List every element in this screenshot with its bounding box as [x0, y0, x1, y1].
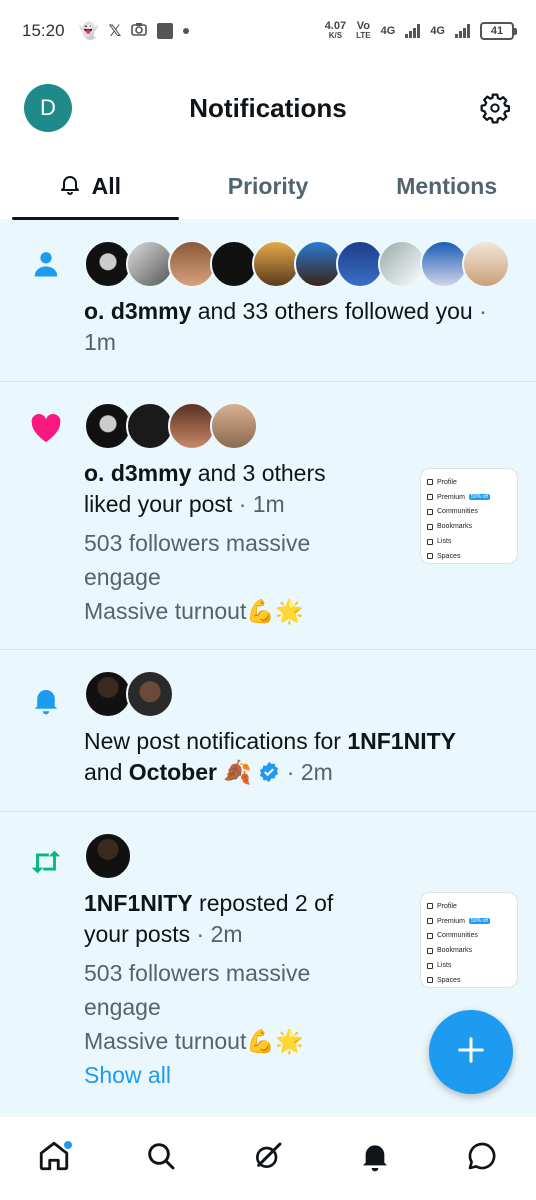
page-title: Notifications — [189, 92, 347, 123]
avatar-stack — [84, 832, 516, 880]
settings-gear-icon[interactable] — [478, 91, 512, 125]
tab-all[interactable]: All — [0, 154, 179, 220]
nav-messages[interactable] — [454, 1131, 510, 1187]
tab-priority[interactable]: Priority — [179, 154, 358, 219]
post-image-preview[interactable]: Profile Premium 50% off Communities Bookm… — [420, 468, 518, 564]
avatar[interactable] — [378, 240, 426, 288]
timestamp: 1m — [84, 329, 116, 355]
avatar[interactable] — [84, 832, 132, 880]
timestamp: 2m — [210, 921, 243, 947]
avatar[interactable] — [84, 240, 132, 288]
post-snippet: 503 followers massive engage Massive tur… — [84, 960, 311, 1054]
bell-filled-icon — [359, 1140, 391, 1177]
tab-mentions[interactable]: Mentions — [357, 154, 536, 219]
top-app-bar: D Notifications — [0, 62, 536, 154]
actor-name[interactable]: October 🍂 — [129, 759, 252, 785]
nav-home[interactable] — [26, 1131, 82, 1187]
bell-outline-icon — [58, 172, 82, 202]
avatar[interactable] — [84, 670, 132, 718]
signal-icon — [405, 24, 421, 38]
volte-indicator: Vo LTE — [356, 20, 371, 41]
notification-tabs: All Priority Mentions — [0, 154, 536, 220]
post-snippet: 503 followers massive engage Massive tur… — [84, 530, 311, 624]
chat-bubble-icon — [466, 1140, 498, 1177]
avatar[interactable] — [210, 240, 258, 288]
nav-search[interactable] — [133, 1131, 189, 1187]
avatar[interactable] — [126, 240, 174, 288]
actor-name[interactable]: o. d3mmy — [84, 298, 191, 324]
avatar[interactable] — [210, 402, 258, 450]
avatar[interactable] — [252, 240, 300, 288]
profile-avatar[interactable]: D — [24, 84, 72, 132]
dot-icon — [183, 28, 190, 34]
avatar[interactable] — [336, 240, 384, 288]
avatar-stack — [84, 402, 516, 450]
avatar[interactable] — [294, 240, 342, 288]
compose-button[interactable] — [429, 1010, 513, 1094]
sim1-type: 4G — [380, 25, 396, 37]
search-icon — [145, 1140, 177, 1177]
plus-icon — [456, 1035, 486, 1070]
avatar[interactable] — [126, 402, 174, 450]
gallery-icon — [157, 23, 174, 39]
repost-icon — [28, 844, 64, 880]
avatar[interactable] — [462, 240, 510, 288]
notification-feed[interactable]: o. d3mmy and 33 others followed you · 1m… — [0, 220, 536, 1116]
notification-follow[interactable]: o. d3mmy and 33 others followed you · 1m — [0, 220, 536, 382]
avatar-stack — [84, 240, 516, 288]
sim2-type: 4G — [430, 25, 445, 37]
unread-dot — [61, 1138, 74, 1151]
person-icon — [28, 246, 64, 282]
avatar[interactable] — [168, 240, 216, 288]
avatar[interactable] — [168, 402, 216, 450]
nav-notifications[interactable] — [347, 1131, 403, 1187]
avatar[interactable] — [84, 402, 132, 450]
status-bar: 15:20 👻 𝕏 4.07 K/S Vo LTE 4G 4G 41 — [0, 0, 536, 62]
battery-icon: 41 — [480, 22, 517, 40]
timestamp: 2m — [300, 759, 333, 785]
heart-icon — [28, 410, 64, 446]
actor-name[interactable]: 1NF1NITY — [347, 728, 456, 754]
notification-like[interactable]: o. d3mmy and 3 others liked your post · … — [0, 382, 536, 650]
post-image-preview[interactable]: Profile Premium 50% off Communities Bookm… — [420, 892, 518, 988]
actor-name[interactable]: o. d3mmy — [84, 460, 191, 486]
signal-icon-2 — [455, 24, 470, 38]
net-speed: 4.07 K/S — [324, 20, 347, 41]
avatar-stack — [84, 670, 516, 718]
snapchat-icon: 👻 — [78, 23, 99, 40]
nav-grok[interactable] — [240, 1131, 296, 1187]
camera-icon — [131, 22, 148, 41]
bottom-navigation — [0, 1116, 536, 1200]
notification-new-posts[interactable]: New post notifications for 1NF1NITY and … — [0, 650, 536, 812]
timestamp: 1m — [252, 491, 285, 517]
x-logo-icon: 𝕏 — [108, 23, 122, 40]
clock: 15:20 — [22, 21, 65, 40]
bell-icon — [28, 682, 64, 718]
actor-name[interactable]: 1NF1NITY — [84, 890, 193, 916]
avatar[interactable] — [126, 670, 174, 718]
avatar[interactable] — [420, 240, 468, 288]
verified-icon — [258, 760, 280, 791]
grok-icon — [252, 1140, 284, 1177]
